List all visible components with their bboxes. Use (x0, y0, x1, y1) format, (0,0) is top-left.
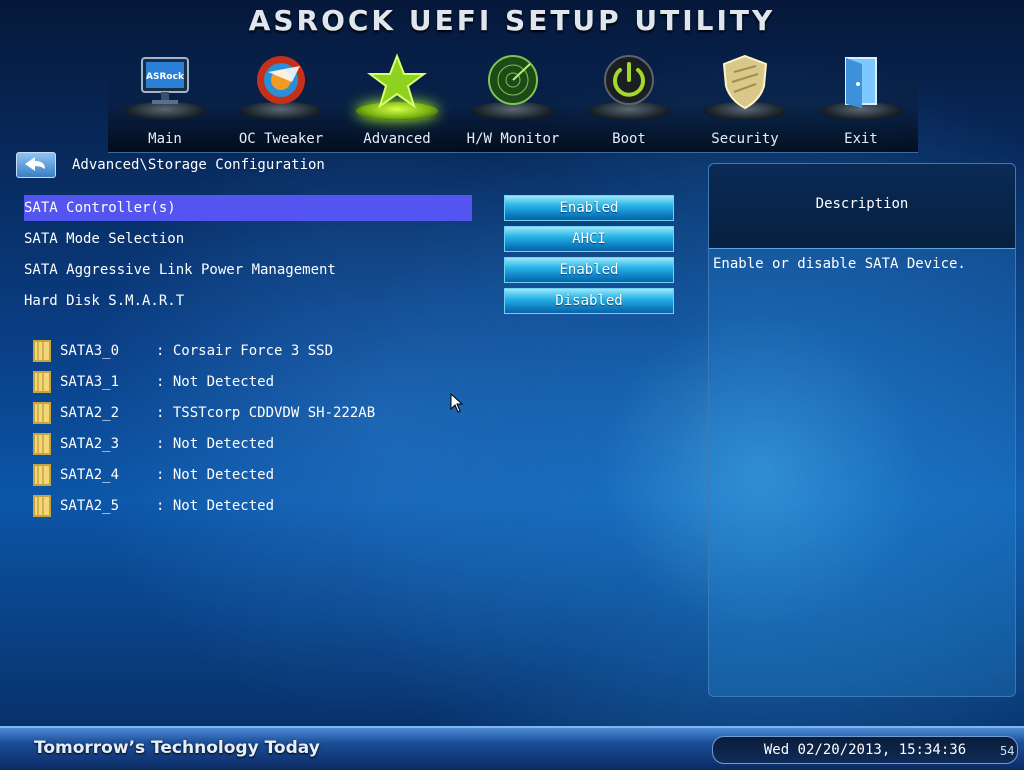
radar-icon (488, 55, 538, 105)
setting-hard-disk-smart[interactable]: Hard Disk S.M.A.R.T (24, 288, 472, 314)
tab-exit[interactable]: Exit (806, 50, 916, 150)
corner-mark: 54 (1000, 744, 1015, 758)
tab-oc-tweaker-label: OC Tweaker (238, 131, 324, 147)
footer-tagline: Tomorrow’s Technology Today (34, 738, 320, 758)
device-port: SATA2_5 (60, 498, 120, 514)
sata-controllers-value[interactable]: Enabled (504, 195, 674, 221)
device-value: : Corsair Force 3 SSD (156, 343, 334, 359)
exit-door-icon (845, 57, 877, 108)
tab-advanced[interactable]: Advanced (342, 50, 452, 150)
description-text: Enable or disable SATA Device. (713, 256, 966, 272)
power-icon (604, 55, 654, 105)
oc-speed-icon (257, 56, 305, 104)
breadcrumb: Advanced\Storage Configuration (72, 157, 325, 173)
folder-icon (33, 340, 51, 362)
description-header: Description (709, 164, 1015, 249)
sata-alpm-value[interactable]: Enabled (504, 257, 674, 283)
setting-sata-aggressive-link-power[interactable]: SATA Aggressive Link Power Management (24, 257, 472, 283)
tab-hw-monitor[interactable]: H/W Monitor (458, 50, 568, 150)
tab-exit-label: Exit (844, 131, 878, 147)
device-port: SATA2_2 (60, 405, 120, 421)
description-title: Description (815, 196, 909, 212)
setting-sata-controllers[interactable]: SATA Controller(s) (24, 195, 472, 221)
device-row-sata2-2: SATA2_2 : TSSTcorp CDDVDW SH-222AB (30, 400, 450, 426)
tab-main[interactable]: ASRock Main (110, 50, 220, 150)
tab-advanced-label: Advanced (363, 131, 431, 147)
device-row-sata3-0: SATA3_0 : Corsair Force 3 SSD (30, 338, 450, 364)
device-value: : Not Detected (156, 436, 275, 452)
device-value: : Not Detected (156, 467, 275, 483)
device-row-sata2-4: SATA2_4 : Not Detected (30, 462, 450, 488)
device-port: SATA2_3 (60, 436, 120, 452)
shield-icon (722, 54, 768, 110)
folder-icon (33, 371, 51, 393)
asrock-monitor-icon: ASRock (141, 57, 189, 104)
folder-icon (33, 464, 51, 486)
main-nav: ASRock Main OC Tweaker Advanced H/W Moni… (108, 50, 918, 153)
datetime-display: Wed 02/20/2013, 15:34:36 (712, 736, 1018, 764)
app-title: ASROCK UEFI SETUP UTILITY (248, 4, 776, 37)
device-row-sata2-3: SATA2_3 : Not Detected (30, 431, 450, 457)
footer-bar: Tomorrow’s Technology Today Wed 02/20/20… (0, 726, 1024, 770)
setting-sata-mode-selection[interactable]: SATA Mode Selection (24, 226, 472, 252)
folder-icon (33, 402, 51, 424)
tab-security[interactable]: Security (690, 50, 800, 150)
folder-icon (33, 495, 51, 517)
tab-boot[interactable]: Boot (574, 50, 684, 150)
device-value: : Not Detected (156, 374, 275, 390)
device-value: : Not Detected (156, 498, 275, 514)
device-value: : TSSTcorp CDDVDW SH-222AB (156, 405, 376, 421)
tab-security-label: Security (711, 131, 779, 147)
mouse-cursor-icon (450, 393, 464, 413)
star-icon (367, 53, 427, 109)
description-panel: Description Enable or disable SATA Devic… (708, 163, 1016, 697)
tab-oc-tweaker[interactable]: OC Tweaker (226, 50, 336, 150)
tab-main-label: Main (148, 131, 182, 147)
tab-boot-label: Boot (612, 131, 646, 147)
device-port: SATA3_0 (60, 343, 120, 359)
sata-mode-value[interactable]: AHCI (504, 226, 674, 252)
device-port: SATA2_4 (60, 467, 120, 483)
tab-hw-monitor-label: H/W Monitor (466, 131, 560, 147)
back-button[interactable] (16, 152, 56, 178)
back-arrow-icon (25, 157, 45, 171)
device-row-sata2-5: SATA2_5 : Not Detected (30, 493, 450, 519)
svg-text:ASRock: ASRock (146, 72, 185, 82)
folder-icon (33, 433, 51, 455)
device-row-sata3-1: SATA3_1 : Not Detected (30, 369, 450, 395)
device-port: SATA3_1 (60, 374, 120, 390)
hard-disk-smart-value[interactable]: Disabled (504, 288, 674, 314)
